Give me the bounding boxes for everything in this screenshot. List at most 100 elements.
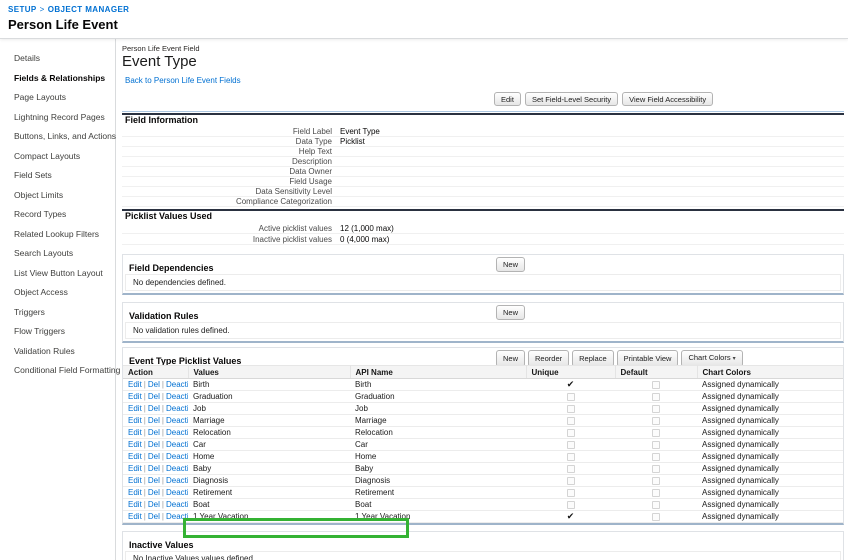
page-title: Person Life Event — [8, 17, 848, 32]
action-deactivate-link[interactable]: Deactivate — [166, 464, 188, 473]
edit-button[interactable]: Edit — [494, 92, 521, 106]
action-deactivate-link[interactable]: Deactivate — [166, 416, 188, 425]
unique-cell: ✔ — [526, 511, 615, 523]
action-deactivate-link[interactable]: Deactivate — [166, 380, 188, 389]
link-separator: | — [144, 464, 146, 473]
picklist-value-label: Home — [193, 452, 214, 461]
sidebar-item-flow-triggers[interactable]: Flow Triggers — [0, 322, 115, 342]
action-del-link[interactable]: Del — [148, 428, 160, 437]
action-deactivate-link[interactable]: Deactivate — [166, 392, 188, 401]
action-del-link[interactable]: Del — [148, 488, 160, 497]
sidebar-item-compact-layouts[interactable]: Compact Layouts — [0, 147, 115, 167]
sidebar-item-details[interactable]: Details — [0, 49, 115, 69]
link-separator: | — [162, 440, 164, 449]
chart-colors-label: Assigned dynamically — [702, 512, 779, 521]
unique-cell — [526, 451, 615, 463]
chart-colors-cell: Assigned dynamically — [697, 379, 843, 391]
default-cell — [615, 439, 697, 451]
action-edit-link[interactable]: Edit — [128, 500, 142, 509]
action-edit-link[interactable]: Edit — [128, 404, 142, 413]
action-edit-link[interactable]: Edit — [128, 476, 142, 485]
sidebar-item-conditional-field-formatting[interactable]: Conditional Field Formatting — [0, 361, 115, 381]
default-cell — [615, 391, 697, 403]
action-deactivate-link[interactable]: Deactivate — [166, 500, 188, 509]
action-deactivate-link[interactable]: Deactivate — [166, 476, 188, 485]
unique-cell — [526, 439, 615, 451]
action-del-link[interactable]: Del — [148, 500, 160, 509]
sidebar-item-object-limits[interactable]: Object Limits — [0, 186, 115, 206]
api-name-label: Job — [355, 404, 368, 413]
value-cell: Home — [188, 451, 350, 463]
api-name-label: Boat — [355, 500, 371, 509]
picklist-value-label: Marriage — [193, 416, 225, 425]
chart-colors-cell: Assigned dynamically — [697, 499, 843, 511]
set-field-level-security-button[interactable]: Set Field-Level Security — [525, 92, 618, 106]
link-separator: | — [144, 428, 146, 437]
action-cell: Edit|Del|Deactivate — [123, 487, 188, 499]
sidebar-item-object-access[interactable]: Object Access — [0, 283, 115, 303]
link-separator: | — [144, 512, 146, 521]
action-edit-link[interactable]: Edit — [128, 380, 142, 389]
sidebar-item-validation-rules[interactable]: Validation Rules — [0, 342, 115, 362]
action-del-link[interactable]: Del — [148, 380, 160, 389]
action-del-link[interactable]: Del — [148, 440, 160, 449]
new-validation-rule-button[interactable]: New — [496, 305, 525, 320]
sidebar-item-buttons-links-and-actions[interactable]: Buttons, Links, and Actions — [0, 127, 115, 147]
breadcrumb-object-manager[interactable]: OBJECT MANAGER — [48, 5, 130, 14]
action-edit-link[interactable]: Edit — [128, 512, 142, 521]
chart-colors-label: Assigned dynamically — [702, 428, 779, 437]
action-del-link[interactable]: Del — [148, 476, 160, 485]
action-del-link[interactable]: Del — [148, 512, 160, 521]
table-row: Edit|Del|DeactivateCarCarAssigned dynami… — [123, 439, 843, 451]
checkbox-unchecked-icon — [652, 489, 660, 497]
action-del-link[interactable]: Del — [148, 464, 160, 473]
api-name-label: Graduation — [355, 392, 395, 401]
link-separator: | — [162, 488, 164, 497]
action-deactivate-link[interactable]: Deactivate — [166, 428, 188, 437]
action-cell: Edit|Del|Deactivate — [123, 451, 188, 463]
new-dependency-button[interactable]: New — [496, 257, 525, 272]
table-row: Edit|Del|DeactivateDiagnosisDiagnosisAss… — [123, 475, 843, 487]
back-link[interactable]: Back to Person Life Event Fields — [125, 76, 241, 86]
action-deactivate-link[interactable]: Deactivate — [166, 404, 188, 413]
action-deactivate-link[interactable]: Deactivate — [166, 440, 188, 449]
action-edit-link[interactable]: Edit — [128, 392, 142, 401]
api-name-cell: Diagnosis — [350, 475, 526, 487]
view-field-accessibility-button[interactable]: View Field Accessibility — [622, 92, 713, 106]
sidebar-item-page-layouts[interactable]: Page Layouts — [0, 88, 115, 108]
sidebar-item-triggers[interactable]: Triggers — [0, 303, 115, 323]
action-deactivate-link[interactable]: Deactivate — [166, 512, 188, 521]
sidebar-item-lightning-record-pages[interactable]: Lightning Record Pages — [0, 108, 115, 128]
sidebar-item-list-view-button-layout[interactable]: List View Button Layout — [0, 264, 115, 284]
action-edit-link[interactable]: Edit — [128, 416, 142, 425]
action-edit-link[interactable]: Edit — [128, 452, 142, 461]
page-header: SETUP>OBJECT MANAGER Person Life Event — [0, 0, 848, 39]
action-del-link[interactable]: Del — [148, 404, 160, 413]
sidebar-item-related-lookup-filters[interactable]: Related Lookup Filters — [0, 225, 115, 245]
action-deactivate-link[interactable]: Deactivate — [166, 488, 188, 497]
action-edit-link[interactable]: Edit — [128, 440, 142, 449]
action-edit-link[interactable]: Edit — [128, 464, 142, 473]
action-deactivate-link[interactable]: Deactivate — [166, 452, 188, 461]
sidebar-item-record-types[interactable]: Record Types — [0, 205, 115, 225]
info-value: Event Type — [340, 127, 380, 136]
breadcrumb-setup[interactable]: SETUP — [8, 5, 37, 14]
column-header-unique: Unique — [526, 366, 615, 379]
info-row: Field Usage — [122, 177, 844, 187]
action-del-link[interactable]: Del — [148, 392, 160, 401]
action-edit-link[interactable]: Edit — [128, 428, 142, 437]
table-row: Edit|Del|DeactivateBabyBabyAssigned dyna… — [123, 463, 843, 475]
sidebar-item-search-layouts[interactable]: Search Layouts — [0, 244, 115, 264]
action-del-link[interactable]: Del — [148, 452, 160, 461]
action-del-link[interactable]: Del — [148, 416, 160, 425]
table-row: Edit|Del|DeactivateMarriageMarriageAssig… — [123, 415, 843, 427]
chart-colors-label: Assigned dynamically — [702, 392, 779, 401]
action-edit-link[interactable]: Edit — [128, 488, 142, 497]
sidebar-item-fields-relationships[interactable]: Fields & Relationships — [0, 69, 115, 89]
api-name-label: Baby — [355, 464, 373, 473]
chart-colors-label: Assigned dynamically — [702, 476, 779, 485]
field-dependencies-title: Field Dependencies — [129, 263, 214, 273]
picklist-values-table: Action Values API Name Unique Default Ch… — [123, 365, 843, 523]
action-cell: Edit|Del|Deactivate — [123, 379, 188, 391]
sidebar-item-field-sets[interactable]: Field Sets — [0, 166, 115, 186]
